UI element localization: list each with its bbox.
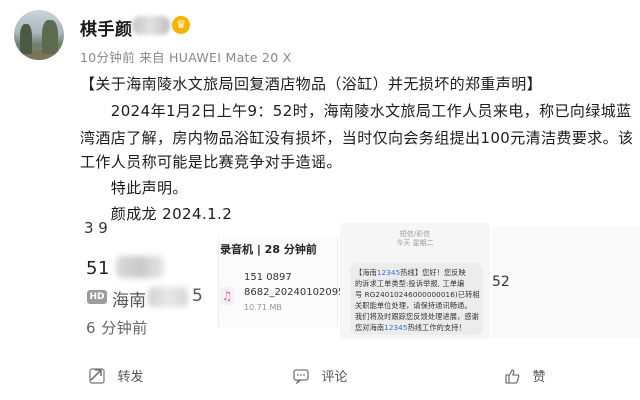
avatar-tree — [20, 24, 32, 54]
vip-crown-icon: ♛ — [172, 16, 190, 34]
post-time: 10分钟前 — [80, 50, 135, 65]
post-source: 来自 HUAWEI Mate 20 X — [139, 50, 292, 65]
caller-location-tail: 5 — [192, 286, 203, 306]
right-screenshot[interactable] — [492, 226, 640, 338]
sms-hotline-link[interactable]: 12345 — [377, 268, 400, 277]
number-redaction — [116, 256, 164, 278]
recorder-title: 录音机 | 28 分钟前 — [220, 243, 317, 256]
right-digits: 52 — [492, 274, 510, 290]
sms-line: 的诉求工单类型:投诉举报, 工单编 — [355, 279, 465, 288]
post-body-line: 【关于海南陵水文旅局回复酒店物品（浴缸）并无损坏的郑重声明】 — [80, 75, 543, 93]
comment-icon — [293, 369, 313, 385]
like-button[interactable]: 赞 — [504, 366, 545, 385]
recording-size: 10.71 MB — [244, 303, 282, 312]
caller-number[interactable]: 51 — [86, 258, 110, 279]
avatar[interactable] — [14, 10, 64, 60]
sms-line: 关职能单位处理，请保持通讯畅通。 — [355, 301, 472, 310]
name-redaction — [132, 16, 170, 35]
call-time: 6 分钟前 — [86, 319, 148, 337]
like-label: 赞 — [532, 370, 546, 385]
sms-line: 号 RG24010246000000016)已转相 — [355, 290, 480, 299]
sms-line: 【海南12345热线】您好！您反映 — [355, 268, 466, 278]
partial-digits: 3 9 — [84, 219, 108, 237]
avatar-tree — [42, 20, 58, 54]
sms-text: 【海南 — [355, 268, 377, 277]
repost-button[interactable]: 转发 — [89, 366, 143, 385]
post-body-line: 特此声明。 — [80, 179, 188, 197]
caller-location: 海南 — [112, 291, 146, 311]
repost-label: 转发 — [117, 370, 144, 385]
sms-date: 今天 星期二 — [396, 239, 434, 247]
author-name[interactable]: 棋手颜 — [80, 15, 133, 40]
repost-icon — [89, 368, 109, 385]
comment-label: 评论 — [321, 370, 348, 385]
post-body-line: 湾酒店了解，房内物品浴缸没有损坏，当时仅向会务组提出100元清洁费要求。该 — [80, 129, 634, 147]
sms-text: 您对海南 — [355, 323, 385, 332]
like-icon — [504, 369, 524, 385]
location-redaction — [148, 287, 188, 307]
sms-line: 我们将及时跟踪您反馈处理进展，感谢 — [355, 312, 479, 321]
comment-button[interactable]: 评论 — [293, 366, 347, 385]
sms-text: 热线工作的支持！ — [407, 323, 466, 332]
post-meta: 10分钟前 来自 HUAWEI Mate 20 X — [80, 47, 292, 66]
post-body-line: 2024年1月2日上午9：52时，海南陵水文旅局工作人员来电，称已向绿城蓝 — [80, 102, 632, 120]
music-file-icon: ♫ — [220, 287, 234, 305]
recording-number: 151 0897 — [244, 272, 292, 283]
post-body-line: 工作人员称可能是比赛竞争对手造谣。 — [80, 153, 342, 171]
sms-line: 您对海南12345热线工作的支持！ — [355, 323, 466, 333]
sms-text: 热线】您好！您反映 — [400, 268, 466, 277]
sms-hotline-link[interactable]: 12345 — [384, 323, 407, 332]
hd-icon: HD — [87, 290, 107, 304]
